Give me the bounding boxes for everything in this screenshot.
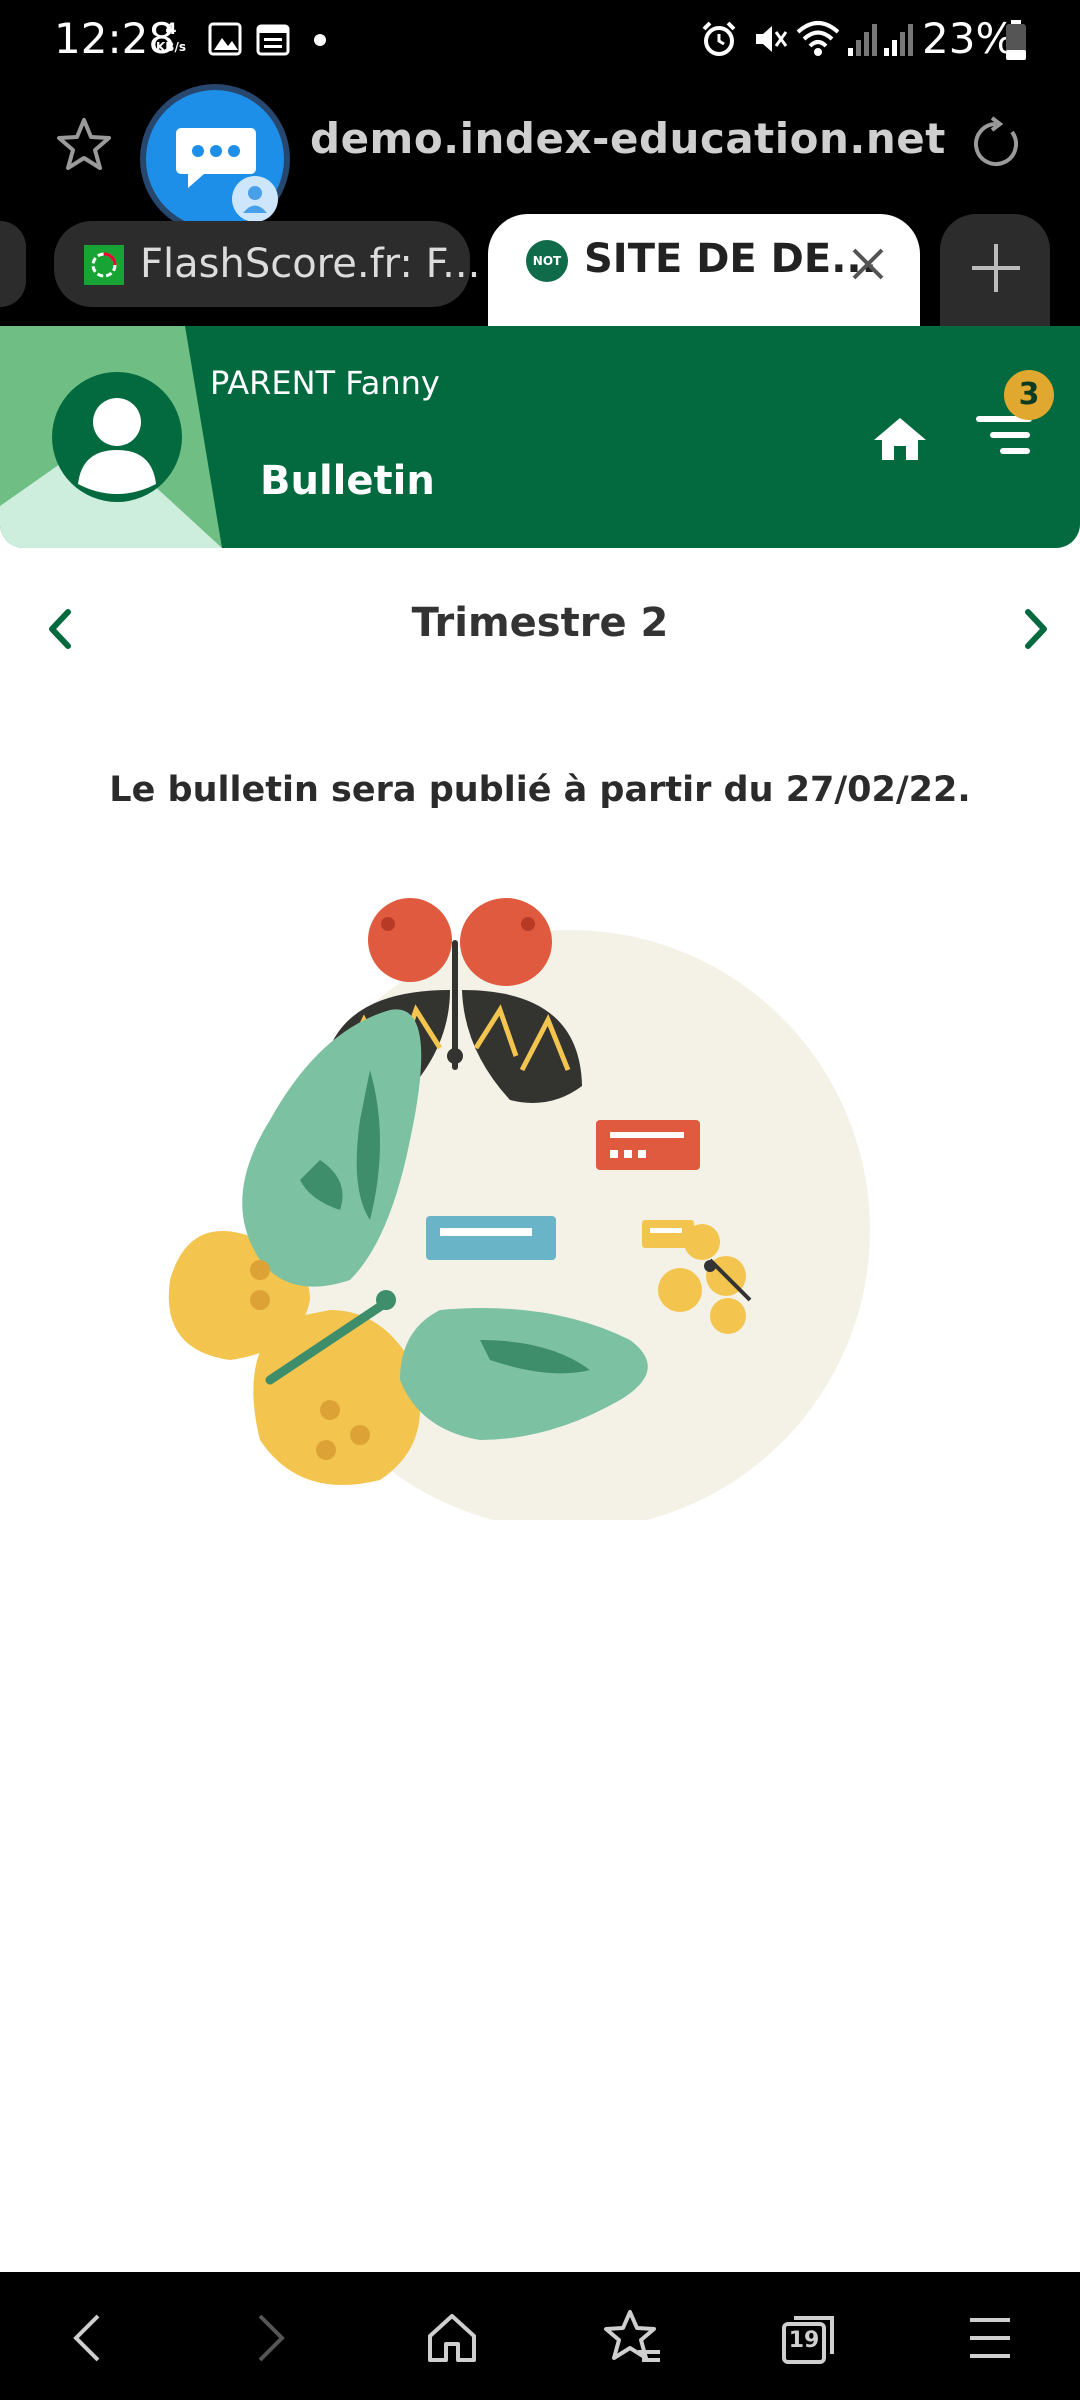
- next-period-chevron-icon[interactable]: [1018, 606, 1054, 652]
- tab-partial[interactable]: [0, 221, 26, 307]
- red-card: [596, 1120, 700, 1170]
- tab-label: FlashScore.fr: F...: [140, 241, 481, 287]
- mute-icon: [756, 26, 788, 52]
- home-icon[interactable]: [424, 2310, 480, 2366]
- blue-card: [426, 1216, 556, 1260]
- tab-site-de-demo[interactable]: NOT SITE DE DE...: [488, 214, 920, 326]
- avatar[interactable]: [52, 372, 182, 502]
- image-icon: [208, 22, 242, 56]
- close-tab-icon[interactable]: [848, 244, 888, 284]
- net-speed-value: 4: [165, 19, 177, 38]
- url-text[interactable]: demo.index-education.net: [310, 114, 946, 163]
- notification-badge: 3: [1004, 370, 1054, 420]
- tabs-button[interactable]: 19: [782, 2312, 836, 2364]
- app-header: PARENT Fanny Bulletin: [0, 326, 1080, 548]
- tab-label: SITE DE DE...: [584, 236, 877, 282]
- dot-icon: [314, 34, 326, 46]
- chat-bubble-button[interactable]: [146, 90, 284, 228]
- menu-icon[interactable]: [966, 2316, 1014, 2360]
- site-favicon: NOT: [526, 240, 568, 282]
- battery-level: 23%: [922, 14, 1016, 63]
- browser-chrome: demo.index-education.net FlashScore.fr: …: [0, 78, 1080, 326]
- net-speed-unit: KB/s: [156, 40, 186, 54]
- new-tab-button[interactable]: [940, 214, 1050, 326]
- tabs-count: 19: [788, 2328, 820, 2353]
- calendar-icon: [256, 24, 290, 56]
- wifi-icon: [796, 21, 840, 56]
- flashscore-favicon: [84, 245, 124, 285]
- tab-flashscore[interactable]: FlashScore.fr: F...: [54, 221, 480, 307]
- bookmarks-icon[interactable]: [602, 2308, 662, 2368]
- back-arrow-icon[interactable]: [66, 2312, 106, 2364]
- net-speed: 4 KB/s: [156, 20, 186, 56]
- browser-bottom-nav: 19: [0, 2272, 1080, 2400]
- signal-icon: [884, 24, 913, 56]
- page-title: Bulletin: [260, 458, 435, 504]
- chat-profile-icon: [232, 176, 278, 222]
- home-icon[interactable]: [872, 414, 928, 462]
- battery-icon: [1006, 20, 1026, 60]
- butterflies-illustration: [168, 898, 870, 1520]
- alarm-icon: [702, 21, 736, 56]
- publication-message: Le bulletin sera publié à partir du 27/0…: [109, 770, 971, 810]
- reload-icon[interactable]: [968, 116, 1024, 172]
- signal-icon: [848, 24, 877, 56]
- user-icon: [78, 398, 156, 494]
- user-name: PARENT Fanny: [210, 364, 440, 402]
- status-bar: 12:28 4 KB/s 23%: [0, 0, 1080, 78]
- period-title: Trimestre 2: [411, 600, 669, 646]
- plus-icon: [972, 244, 1020, 292]
- bookmark-star-icon[interactable]: [56, 116, 112, 172]
- forward-arrow-icon[interactable]: [252, 2312, 292, 2364]
